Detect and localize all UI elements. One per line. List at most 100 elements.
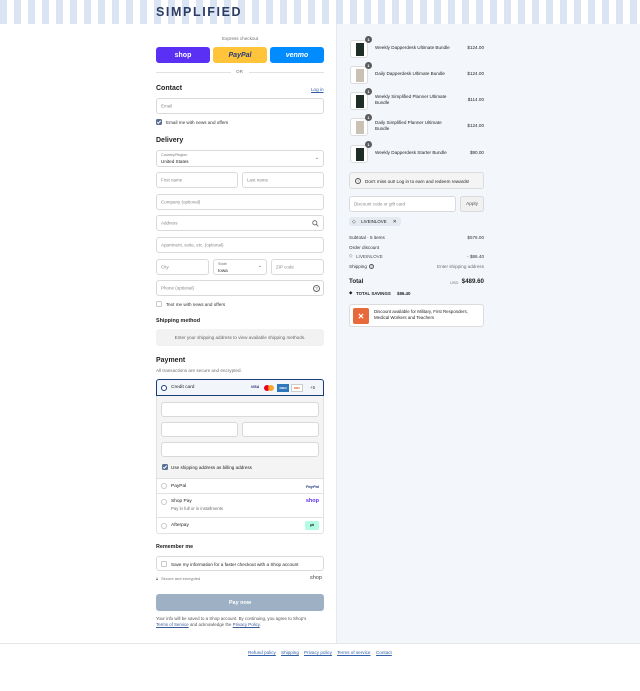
product-image xyxy=(356,121,364,134)
product-thumbnail xyxy=(350,92,368,110)
paypal-express-button[interactable]: PayPal xyxy=(213,47,267,63)
tag-icon: ◇ xyxy=(352,218,356,225)
text-checkbox[interactable] xyxy=(156,301,162,307)
legal-text-main: Your info will be saved to a Shop accoun… xyxy=(156,616,307,621)
paypal-logo-icon: PayPal xyxy=(305,483,319,489)
first-name-field[interactable]: First name xyxy=(156,172,238,188)
subtotal-value: $576.00 xyxy=(467,235,484,240)
address-field[interactable]: Address xyxy=(156,215,324,231)
state-select[interactable]: State Iowa ⌄ xyxy=(213,259,267,275)
afterpay-radio[interactable] xyxy=(161,522,167,529)
help-icon[interactable]: ? xyxy=(313,284,320,292)
delivery-heading: Delivery xyxy=(156,137,184,144)
state-label: State xyxy=(218,262,227,266)
remove-code-icon[interactable]: ✕ xyxy=(393,219,397,225)
total-value: $489.60 xyxy=(461,278,484,285)
quantity-badge: 1 xyxy=(365,62,372,69)
phone-field[interactable]: Phone (optional) ? xyxy=(156,280,324,296)
city-field[interactable]: City xyxy=(156,259,209,275)
last-name-field[interactable]: Last name xyxy=(242,172,324,188)
total-label: Total xyxy=(349,278,364,285)
divider-right xyxy=(249,72,324,73)
search-icon xyxy=(312,220,319,227)
shipping-value: Enter shipping address xyxy=(437,264,484,269)
credit-card-radio[interactable] xyxy=(161,384,167,391)
discount-code-label: LIVEINLOVE xyxy=(356,254,383,259)
discount-value: - $86.40 xyxy=(467,254,484,259)
card-security-code-field[interactable] xyxy=(242,422,319,437)
footer-link-shipping[interactable]: Shipping xyxy=(281,650,299,655)
product-image xyxy=(356,43,364,56)
shop-pay-express-button[interactable]: shop xyxy=(156,47,210,63)
order-summary-panel xyxy=(336,24,640,644)
tag-icon: ◇ xyxy=(349,253,353,258)
product-image xyxy=(356,148,364,161)
contact-heading: Contact xyxy=(156,85,183,92)
pay-now-button[interactable]: Pay now xyxy=(156,594,324,611)
legal-text: Your info will be saved to a Shop accoun… xyxy=(156,616,324,629)
country-label: Country/Region xyxy=(161,153,188,157)
quantity-badge: 1 xyxy=(365,88,372,95)
credit-card-option[interactable]: Credit card VISA AMEX DISC +5 xyxy=(156,379,324,396)
apply-label: Apply xyxy=(466,201,478,207)
venmo-express-button[interactable]: venmo xyxy=(270,47,324,63)
product-name: Weekly Dapperdesk Ultimate Bundle xyxy=(375,45,450,50)
pay-now-label: Pay now xyxy=(228,599,252,606)
afterpay-option[interactable]: Afterpay ⇄ xyxy=(156,518,324,534)
country-value: United States xyxy=(161,159,189,164)
chevron-down-icon: ⌄ xyxy=(257,263,262,269)
footer-link-privacy[interactable]: Privacy policy xyxy=(304,650,332,655)
brand-logo[interactable]: SIMPLIFIED xyxy=(156,5,242,19)
product-thumbnail xyxy=(350,40,368,58)
shop-pay-option[interactable]: Shop Pay Pay in full or in installments … xyxy=(156,494,324,518)
or-divider-label: OR xyxy=(236,69,243,74)
paypal-option[interactable]: PayPal PayPal xyxy=(156,479,324,494)
company-field[interactable]: Company (optional) xyxy=(156,194,324,210)
quantity-badge: 1 xyxy=(365,114,372,121)
applied-code-text: LIVEINLOVE xyxy=(361,219,387,224)
chevron-down-icon: ⌄ xyxy=(314,155,319,161)
country-select[interactable]: Country/Region United States ⌄ xyxy=(156,150,324,167)
afterpay-label: Afterpay xyxy=(171,523,189,528)
product-thumbnail xyxy=(350,66,368,84)
news-checkbox[interactable] xyxy=(156,119,162,125)
apartment-field[interactable]: Apartment, suite, etc. (optional) xyxy=(156,237,324,253)
paypal-label: PayPal xyxy=(171,483,187,489)
city-placeholder: City xyxy=(161,264,169,270)
discount-code-field[interactable]: Discount code or gift card xyxy=(349,196,456,212)
venmo-logo: venmo xyxy=(285,51,309,59)
rewards-notice-text: Don't miss out! Log in to earn and redee… xyxy=(365,178,470,184)
text-checkbox-label: Text me with news and offers xyxy=(166,302,226,307)
state-value: Iowa xyxy=(218,267,228,273)
military-discount-banner[interactable]: ✕ Discount available for Military, First… xyxy=(349,304,484,327)
address-placeholder: Address xyxy=(161,220,178,226)
login-link[interactable]: Log in xyxy=(311,87,324,92)
discount-badge-icon: ✕ xyxy=(353,308,369,324)
email-field[interactable]: Email xyxy=(156,98,324,114)
card-number-field[interactable] xyxy=(161,402,319,417)
card-name-field[interactable] xyxy=(161,442,319,457)
terms-of-service-link[interactable]: Terms of Service xyxy=(156,622,189,627)
billing-checkbox[interactable] xyxy=(162,464,168,470)
remember-me-checkbox[interactable] xyxy=(161,561,167,567)
credit-card-label: Credit card xyxy=(171,385,195,390)
card-expiry-field[interactable] xyxy=(161,422,238,437)
shop-pay-radio[interactable] xyxy=(161,499,167,505)
paypal-radio[interactable] xyxy=(161,483,167,489)
shop-logo-small: shop xyxy=(310,575,322,581)
product-image xyxy=(356,69,364,82)
footer-link-refund[interactable]: Refund policy xyxy=(248,650,276,655)
subtotal-label: Subtotal · 5 items xyxy=(349,235,385,240)
legal-text-end: . xyxy=(259,622,261,628)
zip-field[interactable]: ZIP code xyxy=(271,259,324,275)
divider-left xyxy=(156,72,231,73)
zip-placeholder: ZIP code xyxy=(276,264,294,270)
apply-discount-button[interactable]: Apply xyxy=(460,196,484,212)
news-checkbox-label: Email me with news and offers xyxy=(166,120,229,125)
footer-link-contact[interactable]: Contact xyxy=(376,650,392,655)
quantity-badge: 1 xyxy=(365,36,372,43)
help-icon[interactable]: ? xyxy=(369,264,374,269)
privacy-policy-link[interactable]: Privacy Policy xyxy=(233,622,260,627)
credit-card-form: Use shipping address as billing address xyxy=(156,396,324,479)
footer-link-terms[interactable]: Terms of service xyxy=(337,650,370,655)
